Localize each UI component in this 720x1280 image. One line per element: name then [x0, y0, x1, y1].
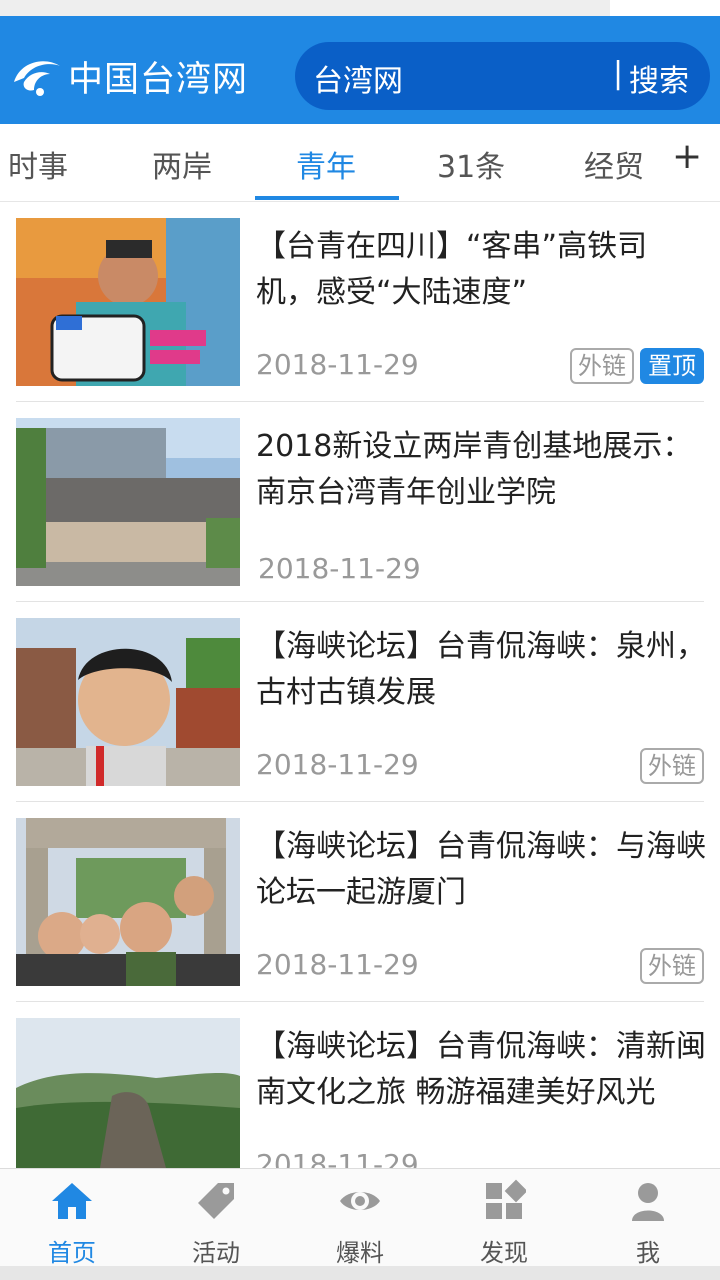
external-link-badge: 外链	[640, 748, 704, 784]
tab-liangan[interactable]: 两岸	[152, 142, 212, 186]
news-date: 2018-11-29	[256, 748, 419, 781]
news-badges: 外链	[640, 748, 704, 784]
news-date: 2018-11-29	[256, 348, 419, 381]
home-icon	[52, 1183, 92, 1219]
discover-icon	[486, 1179, 526, 1219]
news-item[interactable]: 【海峡论坛】台青侃海峡：泉州，古村古镇发展 2018-11-29 外链	[0, 602, 720, 802]
nav-label: 首页	[48, 1239, 96, 1267]
nav-label: 爆料	[336, 1239, 384, 1267]
news-thumbnail[interactable]	[16, 618, 240, 786]
news-date: 2018-11-29	[258, 552, 421, 585]
tab-31tiao[interactable]: 31条	[437, 142, 505, 186]
nav-report[interactable]: 爆料	[288, 1169, 432, 1267]
news-thumbnail[interactable]	[16, 1018, 240, 1168]
nav-home[interactable]: 首页	[0, 1169, 144, 1267]
tab-shishi[interactable]: 时事	[8, 142, 68, 186]
nav-activity[interactable]: 活动	[144, 1169, 288, 1267]
site-logo[interactable]: 中国台湾网	[10, 46, 248, 106]
nav-label: 发现	[480, 1239, 528, 1267]
news-thumbnail[interactable]	[16, 818, 240, 986]
news-title[interactable]: 【海峡论坛】台青侃海峡：泉州，古村古镇发展	[256, 624, 706, 716]
external-link-badge: 外链	[570, 348, 634, 384]
app-header: 中国台湾网 台湾网 | 搜索	[0, 16, 720, 124]
tab-qingnian[interactable]: 青年	[296, 142, 356, 186]
category-tabs: 时事 两岸 青年 31条 经贸 +	[0, 124, 720, 202]
search-bar[interactable]: 台湾网 | 搜索	[295, 42, 710, 110]
tab-jingmao[interactable]: 经贸	[584, 142, 644, 186]
news-title[interactable]: 【海峡论坛】台青侃海峡：与海峡论坛一起游厦门	[256, 824, 706, 916]
news-item[interactable]: 【海峡论坛】台青侃海峡：清新闽南文化之旅 畅游福建美好风光 2018-11-29	[0, 1002, 720, 1168]
news-thumbnail[interactable]	[16, 418, 240, 586]
active-tab-indicator	[255, 196, 399, 200]
news-title[interactable]: 2018新设立两岸青创基地展示：南京台湾青年创业学院	[256, 424, 706, 516]
news-title[interactable]: 【海峡论坛】台青侃海峡：清新闽南文化之旅 畅游福建美好风光	[256, 1024, 706, 1116]
logo-text: 中国台湾网	[68, 59, 249, 100]
eye-icon	[340, 1192, 380, 1210]
news-item[interactable]: 2018新设立两岸青创基地展示：南京台湾青年创业学院 2018-11-29	[0, 402, 720, 602]
search-input[interactable]: 台湾网	[313, 56, 403, 100]
status-bar	[0, 0, 720, 16]
news-item[interactable]: 【台青在四川】“客串”高铁司机，感受“大陆速度” 2018-11-29 外链 置…	[0, 202, 720, 402]
nav-me[interactable]: 我	[576, 1169, 720, 1267]
search-divider: |	[613, 56, 624, 91]
news-date: 2018-11-29	[256, 948, 419, 981]
tag-icon	[198, 1183, 234, 1219]
nav-discover[interactable]: 发现	[432, 1169, 576, 1267]
news-date: 2018-11-29	[256, 1148, 419, 1168]
external-link-badge: 外链	[640, 948, 704, 984]
nav-label: 我	[636, 1239, 660, 1267]
system-bar	[0, 1266, 720, 1280]
logo-icon	[14, 61, 60, 96]
news-badges: 外链	[640, 948, 704, 984]
search-button[interactable]: 搜索	[629, 56, 689, 100]
add-tab-button[interactable]: +	[672, 136, 702, 177]
news-title[interactable]: 【台青在四川】“客串”高铁司机，感受“大陆速度”	[256, 224, 706, 316]
news-item[interactable]: 【海峡论坛】台青侃海峡：与海峡论坛一起游厦门 2018-11-29 外链	[0, 802, 720, 1002]
user-icon	[632, 1183, 664, 1221]
nav-label: 活动	[192, 1239, 240, 1267]
bottom-nav: 首页 活动 爆料 发现 我	[0, 1168, 720, 1267]
pinned-badge: 置顶	[640, 348, 704, 384]
news-thumbnail[interactable]	[16, 218, 240, 386]
news-badges: 外链 置顶	[570, 348, 704, 384]
news-list: 【台青在四川】“客串”高铁司机，感受“大陆速度” 2018-11-29 外链 置…	[0, 202, 720, 1168]
